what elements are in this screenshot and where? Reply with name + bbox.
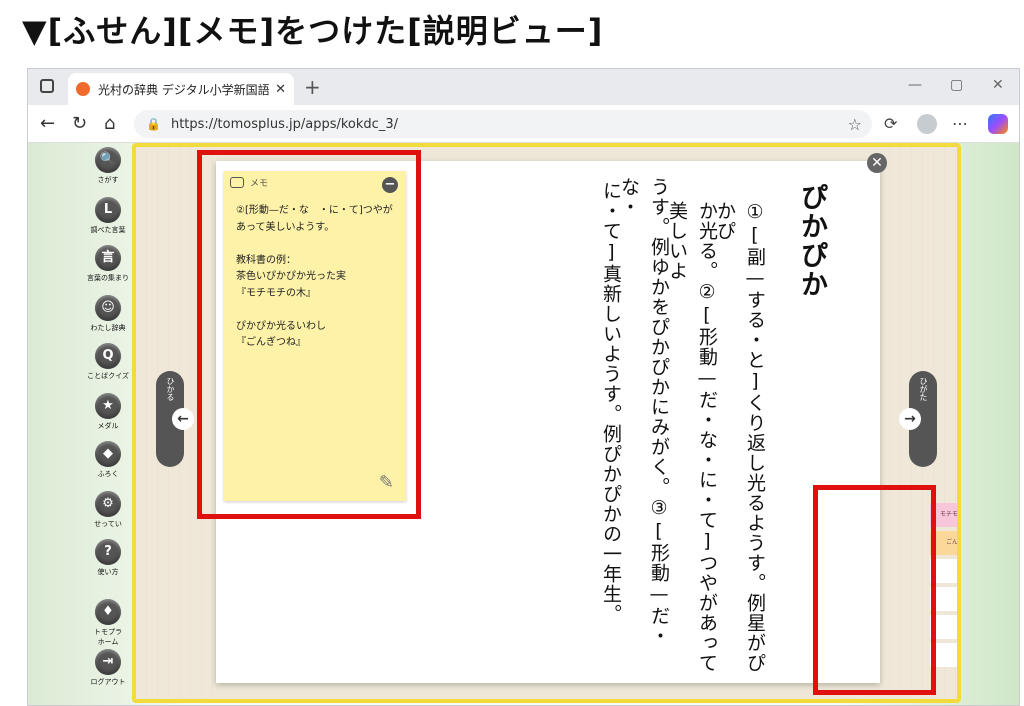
tab-title: 光村の辞典 デジタル小学新国語辞典 [98,82,270,97]
right-arrow-icon[interactable]: → [899,408,921,430]
new-tab-icon[interactable]: + [304,75,321,99]
sidebar-button-2[interactable]: 言言葉の集まり [86,245,130,283]
edit-pencil-icon[interactable]: ✎ [379,472,394,493]
sidebar-button-3[interactable]: ☺ わたし辞典 [86,295,130,333]
sidebar-button-6[interactable]: ◆ ふろく [86,441,130,479]
browser-tab[interactable]: 光村の辞典 デジタル小学新国語辞典 ✕ [68,73,294,105]
sidebar-button-1[interactable]: L 調べた言葉 [86,197,130,235]
minimize-icon[interactable]: — [908,77,922,93]
sidebar-label: せってい [94,520,122,528]
history-icon[interactable]: L [95,197,121,223]
sidebar-button-4[interactable]: Q ことばクイズ [86,343,130,381]
sidebar-label: さがす [97,176,119,184]
definition-line-1: ①[副—する・と]くり返し光るようす。例星がぴかぴ [714,201,766,673]
entry-headword: ぴかぴか [796,183,827,299]
tab-bar: 光村の辞典 デジタル小学新国語辞典 ✕ + — ▢ ✕ [28,69,1019,105]
logout-icon[interactable]: ⇥ [95,649,121,675]
prev-entry-label: ひかる [166,377,175,401]
sidebar-label: ログアウト [90,678,126,686]
prev-entry-button[interactable]: ひかる ← [156,371,194,467]
sidebar-label: 使い方 [97,568,119,576]
sticky-tab[interactable]: モチモチの木 [930,503,957,527]
memo-body[interactable]: ②[形動—だ・な ・に・て]つやがあって美しいようす。 教科書の例： 茶色いぴか… [236,203,401,352]
left-arrow-icon[interactable]: ← [172,408,194,430]
sidebar-label: メダル [97,422,119,430]
sidebar-label: ふろく [97,470,119,478]
more-menu-icon[interactable]: ⋯ [952,114,968,133]
sticky-tab[interactable] [930,643,957,667]
gear-icon[interactable]: ⚙ [95,491,121,517]
sidebar-label: 調べた言葉 [90,226,126,234]
sticky-tab[interactable] [930,615,957,639]
favorite-star-icon[interactable]: ☆ [848,115,862,134]
memo-header: メモ [230,176,268,189]
dictionary-book: ひかる ← ひがた → メモ − ②[形動—だ・な ・に・て]つやがあって美しい… [132,143,961,703]
sidebar-button-9[interactable]: ♦ トモプラ ホーム [86,599,130,647]
maximize-icon[interactable]: ▢ [950,77,963,93]
close-window-icon[interactable]: ✕ [992,77,1004,93]
my-dictionary-icon[interactable]: ☺ [95,295,121,321]
extensions-icon[interactable]: ⟳ [884,114,897,133]
favicon-icon [76,82,90,96]
sticky-tab[interactable]: ごんぎつね [930,531,957,555]
address-bar: ← ↻ ⌂ 🔒 https://tomosplus.jp/apps/kokdc_… [28,105,1019,143]
sidebar-label: ことばクイズ [87,372,129,380]
page-caption: ▼[ふせん][メモ]をつけた[説明ビュー] [22,12,604,50]
profile-avatar[interactable] [917,114,937,134]
close-view-icon[interactable]: ✕ [867,153,887,173]
memo-collapse-button[interactable]: − [382,177,398,193]
medal-icon[interactable]: ★ [95,393,121,419]
back-icon[interactable]: ← [40,113,55,134]
definition-line-4: に・て]真新しいようす。例ぴかぴかの一年生。 [600,181,622,624]
search-icon[interactable]: 🔍 [95,147,121,173]
next-entry-button[interactable]: ひがた → [899,371,937,467]
definition-line-2: か光る。②[形動—だ・な・に・て]つやがあって美しいよ [666,201,718,673]
url-field[interactable]: 🔒 https://tomosplus.jp/apps/kokdc_3/ ☆ [134,110,872,138]
memo-note[interactable]: メモ − ②[形動—だ・な ・に・て]つやがあって美しいようす。 教科書の例： … [224,171,406,501]
close-tab-icon[interactable]: ✕ [275,82,286,97]
sidebar-button-10[interactable]: ⇥ ログアウト [86,649,130,687]
appendix-icon[interactable]: ◆ [95,441,121,467]
memo-icon [230,177,244,188]
next-entry-label: ひがた [919,377,928,401]
home-icon[interactable]: ♦ [95,599,121,625]
sidebar-button-8[interactable]: ? 使い方 [86,539,130,577]
lock-icon[interactable]: 🔒 [146,117,161,131]
refresh-icon[interactable]: ↻ [72,113,87,134]
tab-actions-icon[interactable] [40,79,54,93]
sidebar-button-7[interactable]: ⚙ せってい [86,491,130,529]
help-icon[interactable]: ? [95,539,121,565]
sticky-tab[interactable] [930,559,957,583]
sidebar-label: 言葉の集まり [87,274,129,282]
app-viewport: 🔍 さがす L 調べた言葉言言葉の集まり ☺ わたし辞典 Q ことばクイズ ★ メダル ◆ ふろく ⚙ せ… [28,143,1019,705]
quiz-icon[interactable]: Q [95,343,121,369]
explanation-view: メモ − ②[形動—だ・な ・に・て]つやがあって美しいようす。 教科書の例： … [216,161,957,683]
memo-title: メモ [250,179,269,189]
sidebar-button-5[interactable]: ★ メダル [86,393,130,431]
sidebar-label: トモプラ ホーム [94,628,122,646]
word-group-icon[interactable]: 言 [95,245,121,271]
sticky-tab[interactable] [930,587,957,611]
sidebar-label: わたし辞典 [90,324,126,332]
home-icon[interactable]: ⌂ [104,113,115,134]
browser-window: 光村の辞典 デジタル小学新国語辞典 ✕ + — ▢ ✕ ← ↻ ⌂ 🔒 http… [27,68,1020,706]
copilot-icon[interactable] [988,114,1008,134]
sidebar-button-0[interactable]: 🔍 さがす [86,147,130,185]
definition-line-3: うす。例ゆかをぴかぴかにみがく。③[形動—だ・な・ [618,177,670,646]
url-text: https://tomosplus.jp/apps/kokdc_3/ [170,116,398,132]
